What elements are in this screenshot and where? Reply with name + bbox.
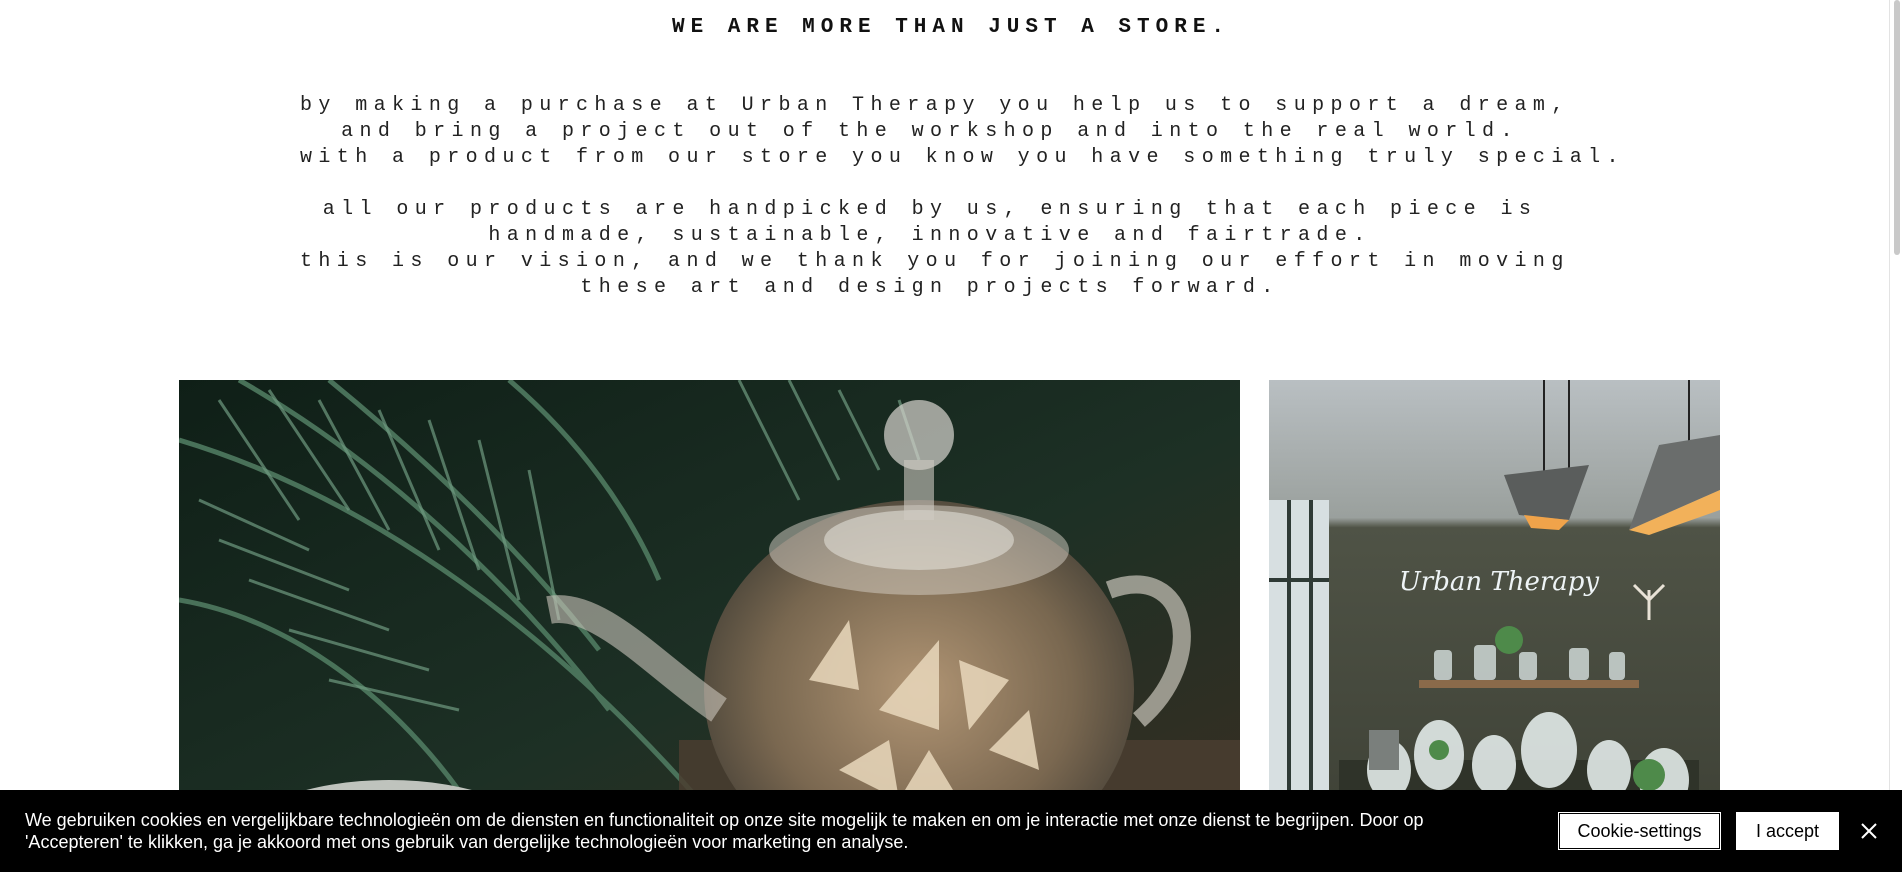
text-line: by making a purchase at Urban Therapy yo… (300, 94, 1570, 117)
cookie-banner: We gebruiken cookies en vergelijkbare te… (0, 790, 1902, 872)
text-line: and bring a project out of the workshop … (341, 120, 1519, 143)
page-scrollbar[interactable] (1889, 0, 1902, 872)
close-icon[interactable] (1856, 818, 1882, 844)
neon-sign: Urban Therapy (1399, 567, 1600, 597)
text-line: these art and design projects forward. (580, 276, 1280, 299)
accept-cookies-button[interactable]: I accept (1736, 812, 1839, 850)
text-line: with a product from our store you know y… (300, 146, 1625, 169)
scrollbar-thumb[interactable] (1894, 0, 1900, 255)
text-line: this is our vision, and we thank you for… (300, 250, 1570, 273)
intro-text: by making a purchase at Urban Therapy yo… (300, 93, 1625, 301)
section-heading: WE ARE MORE THAN JUST A STORE. (671, 16, 1231, 39)
cookie-banner-text: We gebruiken cookies en vergelijkbare te… (25, 810, 1424, 852)
close-icon-glyph (1861, 823, 1877, 839)
intro-paragraph-2: all our products are handpicked by us, e… (300, 197, 1570, 301)
text-line: handmade, sustainable, innovative and fa… (488, 224, 1372, 247)
cookie-settings-button[interactable]: Cookie-settings (1558, 812, 1721, 850)
intro-paragraph-1: by making a purchase at Urban Therapy yo… (300, 93, 1625, 171)
text-line: all our products are handpicked by us, e… (322, 198, 1538, 221)
